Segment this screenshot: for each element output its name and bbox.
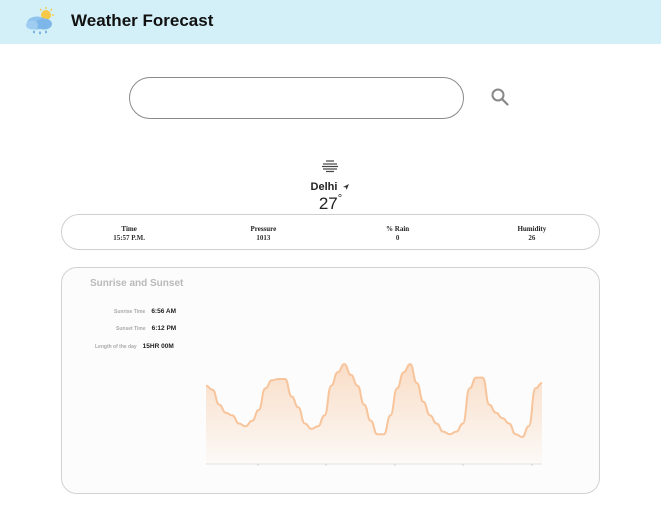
sunrise-row: Sunrise Time 6:56 AM xyxy=(114,308,176,315)
city-name: Delhi xyxy=(310,181,338,193)
app-title: Weather Forecast xyxy=(71,11,214,30)
location-row: Delhi xyxy=(0,181,661,193)
stat-label: % Rain xyxy=(386,225,410,233)
degree-symbol: ° xyxy=(337,193,343,205)
cloud-rain-sun-icon xyxy=(26,7,54,35)
stat-label: Pressure xyxy=(250,225,277,233)
stat-label: Time xyxy=(121,225,137,233)
sunset-label: Sunset Time xyxy=(116,325,146,332)
sunrise-label: Sunrise Time xyxy=(114,308,146,315)
sunrise-sunset-card: Sunrise and Sunset Sunrise Time 6:56 AM … xyxy=(61,267,600,494)
stat-value: 26 xyxy=(528,234,536,242)
sun-area-chart xyxy=(206,363,542,466)
sunset-row: Sunset Time 6:12 PM xyxy=(116,325,176,332)
day-length-label: Length of the day xyxy=(95,343,137,350)
temperature-value: 27 xyxy=(318,194,338,213)
fog-icon xyxy=(322,160,338,173)
stat-time: Time 15:57 P.M. xyxy=(62,215,196,249)
stat-humidity: Humidity 26 xyxy=(465,215,599,249)
sun-card-title: Sunrise and Sunset xyxy=(90,278,184,289)
temperature: 27° xyxy=(0,193,661,214)
stat-value: 15:57 P.M. xyxy=(113,234,146,242)
day-length-value: 15HR 00M xyxy=(142,343,174,350)
sunrise-value: 6:56 AM xyxy=(151,308,176,315)
search-icon xyxy=(491,88,509,106)
search-input[interactable] xyxy=(129,77,464,119)
sunset-value: 6:12 PM xyxy=(151,325,177,332)
app-header: Weather Forecast xyxy=(0,0,661,44)
stat-pressure: Pressure 1013 xyxy=(196,215,330,249)
stat-rain: % Rain 0 xyxy=(331,215,465,249)
search-button[interactable] xyxy=(487,86,513,110)
stats-bar: Time 15:57 P.M. Pressure 1013 % Rain 0 H… xyxy=(61,214,600,250)
day-length-row: Length of the day 15HR 00M xyxy=(95,343,174,350)
stat-value: 1013 xyxy=(256,234,271,242)
stat-value: 0 xyxy=(395,234,400,242)
stat-label: Humidity xyxy=(517,225,547,233)
location-arrow-icon xyxy=(343,184,350,190)
